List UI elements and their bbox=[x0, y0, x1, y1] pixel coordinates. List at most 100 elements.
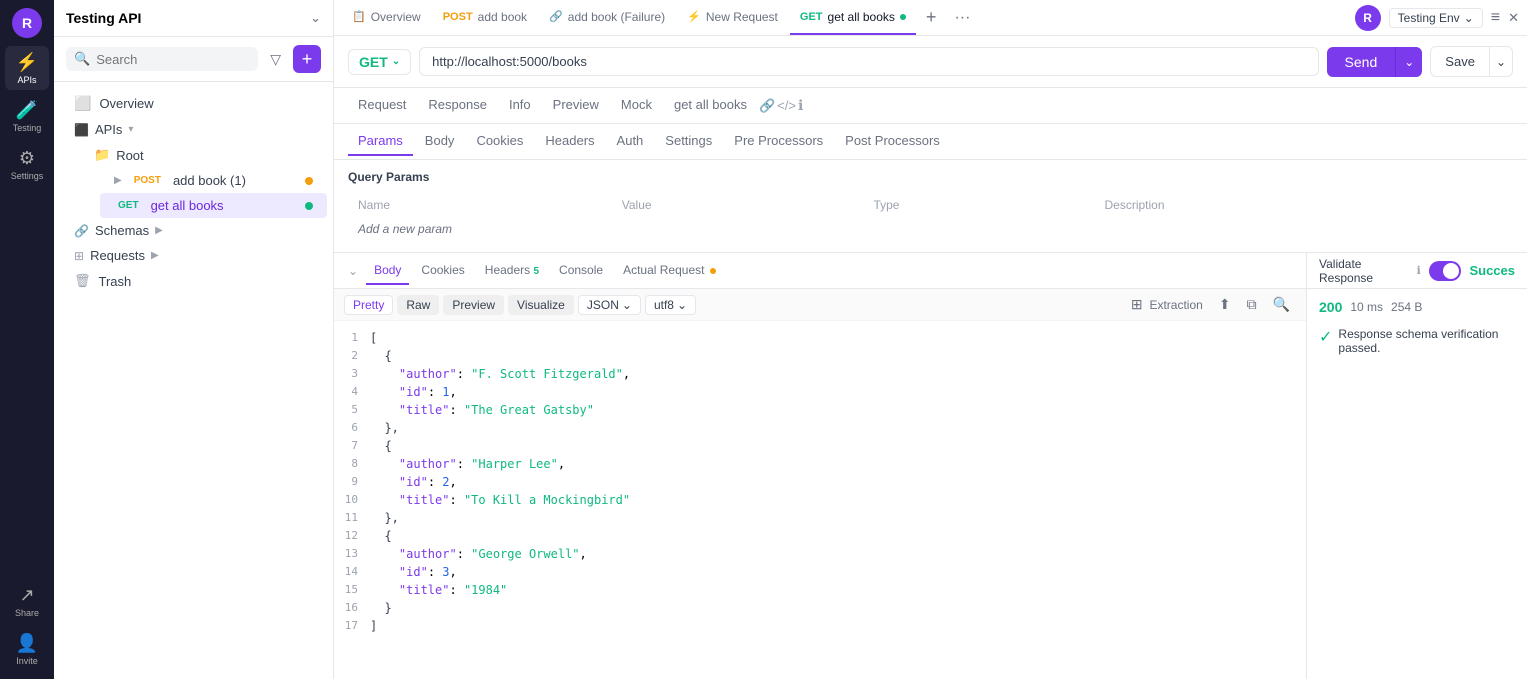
tab-new-request[interactable]: ⚡ New Request bbox=[677, 0, 788, 35]
search-response-button[interactable]: 🔍 bbox=[1267, 293, 1296, 316]
nav-item-post-add-book[interactable]: ▶ POST add book (1) bbox=[100, 168, 327, 193]
params-tab-params[interactable]: Params bbox=[348, 127, 413, 156]
code-icon[interactable]: </> bbox=[777, 98, 796, 113]
sidebar-item-invite[interactable]: 👤 Invite bbox=[5, 627, 49, 671]
avatar[interactable]: R bbox=[12, 8, 42, 38]
json-format-selector[interactable]: JSON ⌄ bbox=[578, 295, 641, 315]
url-input[interactable] bbox=[419, 47, 1318, 76]
send-dropdown-button[interactable]: ⌄ bbox=[1395, 47, 1422, 77]
format-raw-button[interactable]: Raw bbox=[397, 295, 439, 315]
body-tabs-row: ⌄ Body Cookies Headers 5 Console Actual … bbox=[334, 253, 1306, 289]
requests-label: Requests bbox=[90, 248, 145, 263]
trash-label: Trash bbox=[99, 274, 132, 289]
share-icon: ↗ bbox=[19, 585, 34, 606]
tab-endpoint-name[interactable]: get all books bbox=[664, 91, 757, 120]
link-icon[interactable]: 🔗 bbox=[759, 98, 775, 114]
nav-section-requests[interactable]: ⊞ Requests ▶ bbox=[60, 243, 327, 268]
format-toolbar: Pretty Raw Preview Visualize JSON ⌄ utf8… bbox=[334, 289, 1306, 321]
testing-icon: 🧪 bbox=[16, 100, 38, 121]
params-tab-cookies[interactable]: Cookies bbox=[466, 127, 533, 156]
extraction-button[interactable]: ⊞ Extraction bbox=[1125, 293, 1209, 316]
get-all-books-dot bbox=[305, 202, 313, 210]
sidebar-item-share[interactable]: ↗ Share bbox=[5, 579, 49, 623]
tab-overview-label: Overview bbox=[371, 10, 421, 24]
tab-add-book-failure[interactable]: 🔗 add book (Failure) bbox=[539, 0, 675, 35]
nav-item-overview[interactable]: ⬜ Overview bbox=[60, 90, 327, 117]
method-selector[interactable]: GET ⌄ bbox=[348, 49, 411, 75]
tab-post-add-book[interactable]: POST add book bbox=[433, 0, 537, 35]
params-tab-body[interactable]: Body bbox=[415, 127, 465, 156]
sidebar-item-settings[interactable]: ⚙ Settings bbox=[5, 142, 49, 186]
search-bar[interactable]: 🔍 bbox=[66, 47, 258, 71]
nav-section-apis[interactable]: ⬛ APIs ▾ bbox=[60, 117, 327, 142]
format-pretty-button[interactable]: Pretty bbox=[344, 295, 393, 315]
tab-response[interactable]: Response bbox=[418, 91, 497, 120]
body-tab-actual-request[interactable]: Actual Request bbox=[615, 257, 724, 285]
check-icon: ✓ bbox=[1319, 327, 1332, 347]
validate-info-icon[interactable]: ℹ bbox=[1417, 264, 1421, 277]
nav-item-root[interactable]: 📁 Root bbox=[80, 142, 327, 168]
close-icon[interactable]: ✕ bbox=[1508, 10, 1519, 26]
request-response-tabs: Request Response Info Preview Mock get a… bbox=[334, 88, 1527, 124]
add-param-placeholder[interactable]: Add a new param bbox=[350, 218, 1511, 240]
tab-preview[interactable]: Preview bbox=[543, 91, 609, 120]
headers-badge: 5 bbox=[533, 266, 539, 277]
save-dropdown-button[interactable]: ⌄ bbox=[1490, 46, 1513, 77]
user-avatar[interactable]: R bbox=[1355, 5, 1381, 31]
sidebar-item-apis[interactable]: ⚡ APIs bbox=[5, 46, 49, 90]
encoding-selector[interactable]: utf8 ⌄ bbox=[645, 295, 696, 315]
tab-get-badge: GET bbox=[800, 11, 823, 23]
request-area: GET ⌄ Send ⌄ Save ⌄ bbox=[334, 36, 1527, 88]
params-tab-post-processors[interactable]: Post Processors bbox=[835, 127, 950, 156]
code-line: 15 "title": "1984" bbox=[334, 581, 1306, 599]
folder-icon: 📁 bbox=[94, 147, 110, 163]
tab-get-all-books[interactable]: GET get all books bbox=[790, 0, 916, 35]
save-button[interactable]: Save bbox=[1430, 46, 1490, 77]
nav-item-trash[interactable]: 🗑 Trash bbox=[60, 268, 327, 294]
params-tab-headers[interactable]: Headers bbox=[535, 127, 604, 156]
col-value: Value bbox=[614, 194, 864, 216]
format-preview-button[interactable]: Preview bbox=[443, 295, 504, 315]
tab-info[interactable]: Info bbox=[499, 91, 541, 120]
code-line: 5 "title": "The Great Gatsby" bbox=[334, 401, 1306, 419]
body-tab-headers[interactable]: Headers 5 bbox=[477, 257, 547, 285]
send-button[interactable]: Send bbox=[1327, 47, 1396, 77]
params-tab-pre-processors[interactable]: Pre Processors bbox=[724, 127, 833, 156]
search-input[interactable] bbox=[96, 52, 250, 67]
filter-button[interactable]: ▽ bbox=[266, 47, 285, 72]
requests-chevron-icon: ▶ bbox=[151, 250, 159, 261]
sidebar-item-testing[interactable]: 🧪 Testing bbox=[5, 94, 49, 138]
body-tab-body[interactable]: Body bbox=[366, 257, 409, 285]
copy-button[interactable]: ⧉ bbox=[1241, 293, 1263, 316]
testing-label: Testing bbox=[13, 123, 42, 133]
more-tabs-button[interactable]: ··· bbox=[946, 5, 978, 31]
add-param-row[interactable]: Add a new param bbox=[350, 218, 1511, 240]
tab-request[interactable]: Request bbox=[348, 91, 416, 120]
chevron-down-icon[interactable]: ⌄ bbox=[310, 10, 321, 26]
chevron-right-icon: ▶ bbox=[114, 175, 122, 186]
info-icon[interactable]: ℹ bbox=[798, 97, 803, 114]
settings-label: Settings bbox=[11, 171, 44, 181]
tab-post-badge: POST bbox=[443, 11, 473, 23]
validate-toggle[interactable] bbox=[1429, 261, 1462, 281]
add-button[interactable]: + bbox=[293, 45, 321, 73]
params-tab-settings[interactable]: Settings bbox=[655, 127, 722, 156]
collapse-button[interactable]: ⌄ bbox=[344, 260, 362, 282]
body-tab-cookies[interactable]: Cookies bbox=[413, 257, 472, 285]
env-selector[interactable]: Testing Env ⌄ bbox=[1389, 8, 1483, 28]
params-tab-auth[interactable]: Auth bbox=[607, 127, 654, 156]
add-tab-button[interactable]: + bbox=[918, 3, 945, 32]
tab-mock[interactable]: Mock bbox=[611, 91, 662, 120]
format-visualize-button[interactable]: Visualize bbox=[508, 295, 574, 315]
tab-overview[interactable]: 📋 Overview bbox=[342, 0, 431, 35]
col-type: Type bbox=[865, 194, 1094, 216]
nav-item-get-all-books[interactable]: GET get all books bbox=[100, 193, 327, 218]
body-tab-console[interactable]: Console bbox=[551, 257, 611, 285]
schema-verification-row: ✓ Response schema verification passed. bbox=[1319, 327, 1515, 355]
menu-icon[interactable]: ≡ bbox=[1491, 9, 1500, 27]
nav-section-schemas[interactable]: 🔗 Schemas ▶ bbox=[60, 218, 327, 243]
add-book-label: add book (1) bbox=[173, 173, 246, 188]
success-status: Succes bbox=[1469, 263, 1515, 278]
download-button[interactable]: ⬆ bbox=[1213, 293, 1237, 316]
toggle-knob bbox=[1443, 263, 1459, 279]
